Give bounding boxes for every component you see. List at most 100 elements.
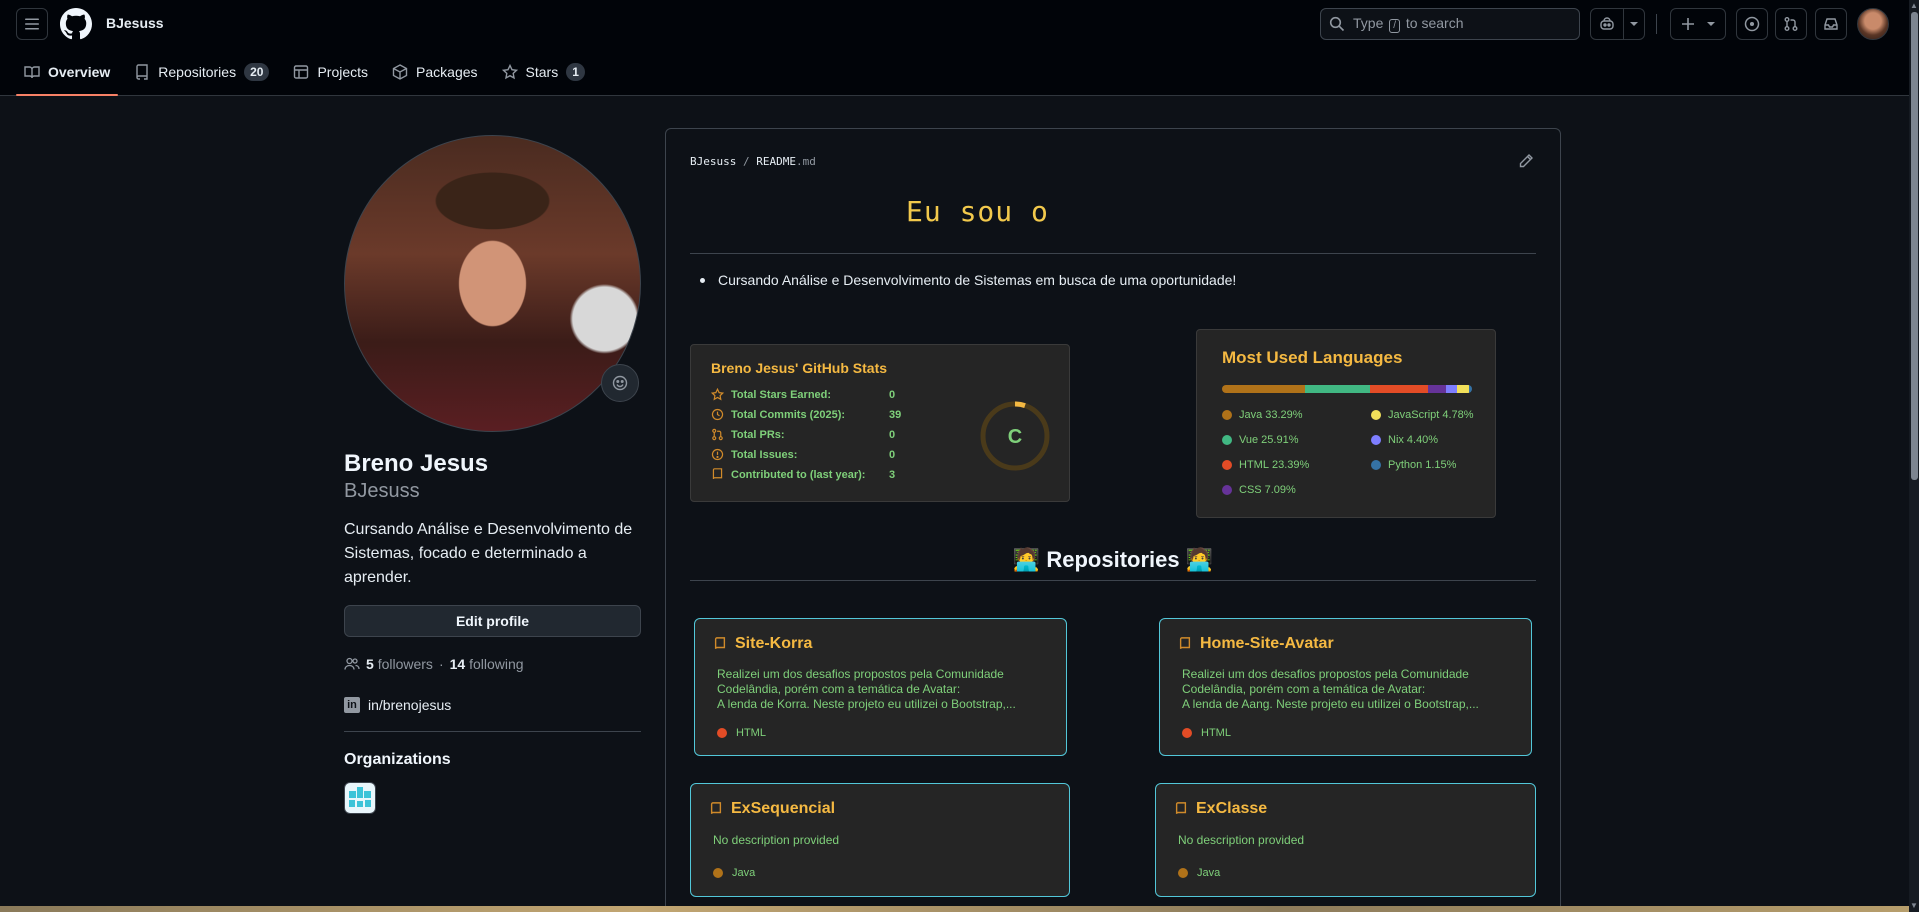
hamburger-menu-button[interactable]	[16, 8, 48, 40]
language-name: Nix	[1388, 434, 1404, 446]
repo-icon	[711, 468, 725, 482]
stats-label: Total Commits (2025):	[731, 409, 846, 421]
language-color-dot	[1222, 435, 1232, 445]
language-bar-segment	[1305, 385, 1370, 393]
tab-label: Repositories	[158, 64, 237, 80]
language-bar-segment	[1369, 385, 1429, 393]
readme-path-extension: .md	[795, 155, 816, 168]
tab-overview[interactable]: Overview	[16, 48, 119, 96]
people-icon	[344, 657, 360, 670]
taskbar-edge	[0, 906, 1909, 912]
language-legend-item: Java 33.29%	[1222, 409, 1303, 421]
edit-profile-button[interactable]: Edit profile	[344, 605, 641, 637]
header-top-row: BJesuss Type / to search	[0, 0, 1909, 48]
repo-description: No description provided	[1178, 833, 1305, 847]
linkedin-link[interactable]: in in/brenojesus	[344, 697, 451, 713]
repo-card-exclasse[interactable]: ExClasse No description provided Java	[1155, 783, 1536, 897]
language-legend-item: CSS 7.09%	[1222, 484, 1296, 496]
page-scrollbar-thumb[interactable]	[1911, 12, 1918, 480]
readme-bullet-item: Cursando Análise e Desenvolvimento de Si…	[699, 272, 1237, 288]
tab-label: Stars	[525, 64, 559, 80]
repositories-heading: 🧑‍💻 Repositories 🧑‍💻	[1012, 547, 1214, 572]
profile-full-name: Breno Jesus	[344, 450, 489, 477]
star-icon	[711, 388, 725, 402]
language-color-dot	[1222, 485, 1232, 495]
following-label: following	[469, 656, 524, 672]
stats-label: Total PRs:	[731, 429, 785, 441]
language-legend-item: HTML 23.39%	[1222, 459, 1309, 471]
set-status-button[interactable]	[601, 364, 639, 402]
repo-language: HTML	[1182, 727, 1231, 739]
scroll-down-arrow-icon[interactable]: ▼	[1910, 902, 1918, 910]
issues-button[interactable]	[1736, 8, 1768, 40]
search-input[interactable]: Type / to search	[1320, 8, 1580, 40]
profile-avatar[interactable]	[344, 135, 641, 432]
user-avatar-menu[interactable]	[1857, 8, 1889, 40]
repo-description: Realizei um dos desafios propostos pela …	[1182, 667, 1479, 711]
following-count: 14	[449, 656, 466, 672]
github-stats-card: Breno Jesus' GitHub Stats Total Stars Ea…	[690, 344, 1070, 502]
tab-projects[interactable]: Projects	[285, 48, 376, 96]
followers-count: 5	[366, 656, 374, 672]
language-name: Python	[1388, 459, 1423, 471]
repositories-counter: 20	[244, 63, 270, 81]
language-legend-item: Python 1.15%	[1371, 459, 1456, 471]
edit-readme-button[interactable]	[1518, 153, 1534, 172]
stats-row: Total PRs: 0	[711, 428, 895, 442]
language-percent: 4.40%	[1406, 434, 1439, 446]
stars-counter: 1	[566, 63, 585, 81]
stats-row: Total Stars Earned: 0	[711, 388, 895, 402]
create-new-button[interactable]	[1670, 8, 1726, 40]
language-color-dot	[1182, 728, 1192, 738]
language-bar-segment	[1446, 385, 1458, 393]
copilot-icon	[1600, 17, 1614, 30]
organization-logo-icon	[349, 787, 371, 807]
header-username-link[interactable]: BJesuss	[106, 15, 164, 31]
following-link[interactable]: 14 following	[450, 656, 524, 672]
language-bar-segment	[1457, 385, 1470, 393]
repositories-divider	[690, 580, 1536, 581]
stats-title: Breno Jesus' GitHub Stats	[711, 360, 888, 376]
pull-request-icon	[711, 428, 725, 442]
repo-language: Java	[1178, 867, 1220, 879]
languages-progress-bar	[1222, 385, 1472, 393]
header-divider	[1656, 14, 1657, 34]
github-logo-icon[interactable]	[60, 8, 92, 40]
tab-packages[interactable]: Packages	[384, 48, 485, 96]
inbox-button[interactable]	[1815, 8, 1847, 40]
search-placeholder: Type / to search	[1353, 15, 1464, 33]
issue-opened-icon	[1744, 16, 1760, 32]
language-color-dot	[1371, 460, 1381, 470]
smiley-icon	[612, 375, 628, 391]
profile-bio: Cursando Análise e Desenvolvimento de Si…	[344, 521, 633, 586]
readme-path-user[interactable]: BJesuss	[690, 155, 736, 168]
language-percent: 1.15%	[1425, 459, 1457, 471]
followers-link[interactable]: 5 followers	[366, 656, 433, 672]
language-color-dot	[1222, 410, 1232, 420]
language-color-dot	[1222, 460, 1232, 470]
pull-requests-button[interactable]	[1775, 8, 1807, 40]
repo-language: Java	[713, 867, 755, 879]
repo-icon	[134, 64, 150, 80]
readme-path-file: README	[756, 155, 796, 168]
readme-path-separator: /	[742, 155, 750, 168]
language-color-dot	[1178, 868, 1188, 878]
copilot-button[interactable]	[1590, 8, 1624, 40]
repo-card-home-site-avatar[interactable]: Home-Site-Avatar Realizei um dos desafio…	[1159, 618, 1532, 756]
language-bar-segment	[1428, 385, 1447, 393]
tab-repositories[interactable]: Repositories 20	[126, 48, 277, 96]
repo-card-exsequencial[interactable]: ExSequencial No description provided Jav…	[690, 783, 1070, 897]
repo-card-site-korra[interactable]: Site-Korra Realizei um dos desafios prop…	[694, 618, 1067, 756]
plus-icon	[1682, 18, 1694, 30]
tab-stars[interactable]: Stars 1	[494, 48, 593, 96]
organization-avatar[interactable]	[344, 782, 376, 814]
follow-stats: 5 followers · 14 following	[344, 656, 524, 672]
repo-language-name: Java	[1197, 867, 1221, 879]
repo-description: Realizei um dos desafios propostos pela …	[717, 667, 1016, 711]
book-icon	[24, 64, 40, 80]
scroll-up-arrow-icon[interactable]: ▲	[1910, 2, 1918, 10]
followers-label: followers	[377, 656, 433, 672]
repo-language-name: HTML	[736, 727, 766, 739]
table-icon	[293, 64, 309, 80]
copilot-dropdown-button[interactable]	[1623, 8, 1645, 40]
